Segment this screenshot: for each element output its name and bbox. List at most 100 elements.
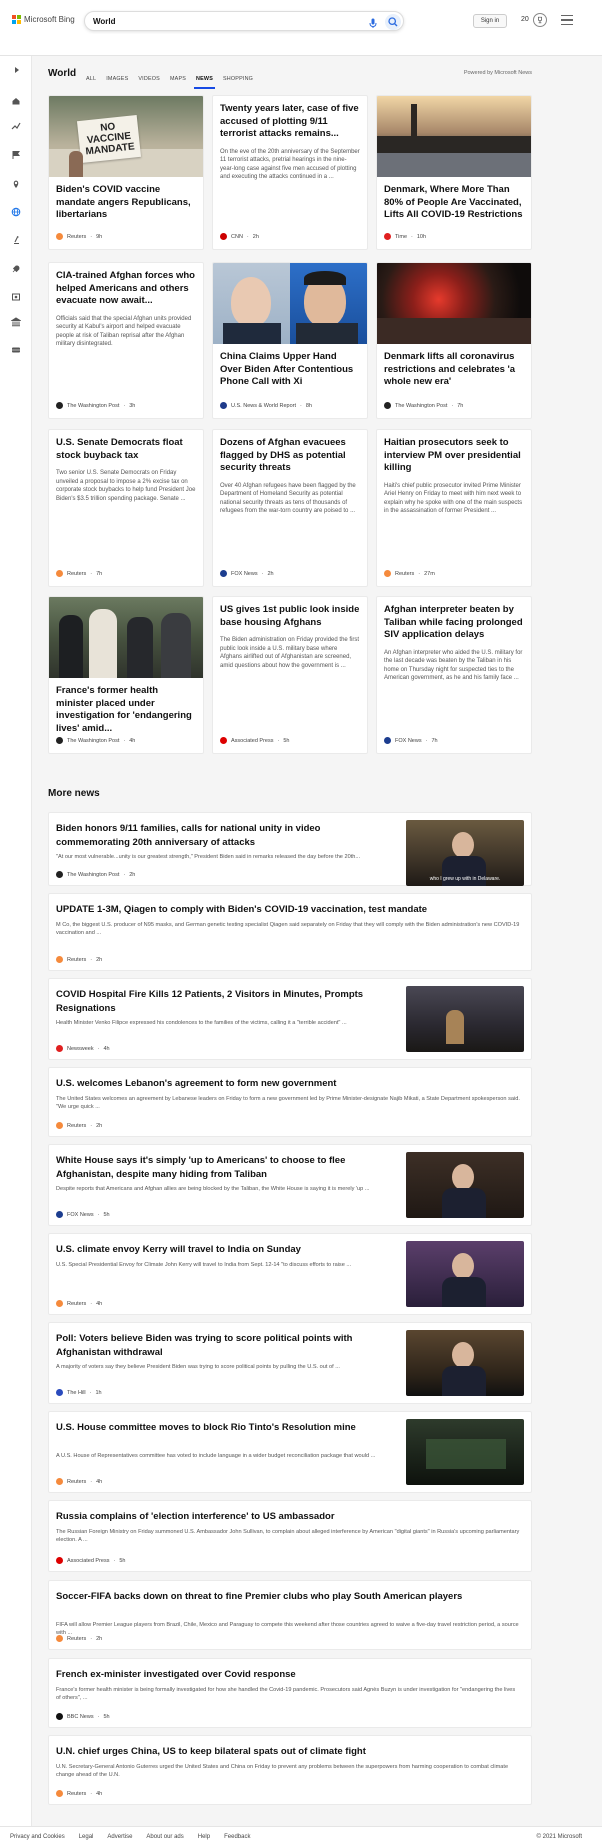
news-source[interactable]: Newsweek · 4h <box>56 1045 110 1052</box>
news-title[interactable]: Soccer-FIFA backs down on threat to fine… <box>56 1590 521 1604</box>
search-input[interactable] <box>93 15 343 28</box>
card-source[interactable]: The Washington Post · 3h <box>56 402 135 409</box>
card-source[interactable]: FOX News · 7h <box>384 737 438 744</box>
more-news-item[interactable]: UPDATE 1-3M, Qiagen to comply with Biden… <box>48 893 532 971</box>
news-card[interactable]: Twenty years later, case of five accused… <box>212 95 368 250</box>
more-news-item[interactable]: French ex-minister investigated over Cov… <box>48 1658 532 1728</box>
more-news-item[interactable]: Biden honors 9/11 families, calls for na… <box>48 812 532 886</box>
sign-photo[interactable]: NO VACCINE MANDATE <box>49 96 203 177</box>
footer-link[interactable]: About our ads <box>146 1834 183 1840</box>
trending-icon[interactable] <box>9 119 23 133</box>
more-news-item[interactable]: COVID Hospital Fire Kills 12 Patients, 2… <box>48 978 532 1060</box>
microscope-icon[interactable] <box>9 233 23 247</box>
news-source[interactable]: Reuters · 4h <box>56 1790 102 1797</box>
news-card[interactable]: Haitian prosecutors seek to interview PM… <box>376 429 532 587</box>
card-title[interactable]: US gives 1st public look inside base hou… <box>213 597 367 629</box>
flag-icon[interactable] <box>9 148 23 162</box>
news-source[interactable]: Reuters · 2h <box>56 1122 102 1129</box>
card-source[interactable]: The Washington Post · 4h <box>56 737 135 744</box>
card-source[interactable]: FOX News · 2h <box>220 570 274 577</box>
news-thumbnail[interactable] <box>406 1241 524 1307</box>
more-news-item[interactable]: U.N. chief urges China, US to keep bilat… <box>48 1735 532 1805</box>
card-title[interactable]: Biden's COVID vaccine mandate angers Rep… <box>49 177 203 222</box>
card-title[interactable]: U.S. Senate Democrats float stock buybac… <box>49 430 203 462</box>
card-title[interactable]: Denmark, Where More Than 80% of People A… <box>377 177 531 222</box>
more-news-item[interactable]: White House says it's simply 'up to Amer… <box>48 1144 532 1226</box>
footer-link[interactable]: Help <box>198 1834 210 1840</box>
more-news-item[interactable]: Russia complains of 'election interferen… <box>48 1500 532 1572</box>
card-source[interactable]: CNN · 2h <box>220 233 259 240</box>
news-thumbnail[interactable] <box>406 1419 524 1485</box>
news-card[interactable]: Afghan interpreter beaten by Taliban whi… <box>376 596 532 754</box>
news-title[interactable]: U.S. House committee moves to block Rio … <box>56 1421 396 1435</box>
sports-icon[interactable] <box>9 343 23 357</box>
hamburger-menu-icon[interactable] <box>561 15 573 25</box>
footer-link[interactable]: Advertise <box>107 1834 132 1840</box>
card-title[interactable]: CIA-trained Afghan forces who helped Ame… <box>49 263 203 308</box>
news-source[interactable]: FOX News · 5h <box>56 1211 110 1218</box>
news-source[interactable]: Reuters · 4h <box>56 1478 102 1485</box>
more-news-item[interactable]: Poll: Voters believe Biden was trying to… <box>48 1322 532 1404</box>
news-title[interactable]: COVID Hospital Fire Kills 12 Patients, 2… <box>56 988 396 1015</box>
news-title[interactable]: White House says it's simply 'up to Amer… <box>56 1154 396 1181</box>
location-icon[interactable] <box>9 177 23 191</box>
news-title[interactable]: Poll: Voters believe Biden was trying to… <box>56 1332 396 1359</box>
news-source[interactable]: The Hill · 1h <box>56 1389 102 1396</box>
more-news-item[interactable]: Soccer-FIFA backs down on threat to fine… <box>48 1580 532 1650</box>
card-source[interactable]: U.S. News & World Report · 8h <box>220 402 312 409</box>
card-title[interactable]: Haitian prosecutors seek to interview PM… <box>377 430 531 475</box>
news-thumbnail[interactable] <box>406 1152 524 1218</box>
bing-logo[interactable]: Microsoft Bing <box>12 15 75 24</box>
news-card[interactable]: France's former health minister placed u… <box>48 596 204 754</box>
card-title[interactable]: France's former health minister placed u… <box>49 678 203 735</box>
card-source[interactable]: Reuters · 9h <box>56 233 102 240</box>
leaders-photo[interactable] <box>213 263 367 344</box>
microphone-icon[interactable] <box>367 16 379 28</box>
footer-link[interactable]: Privacy and Cookies <box>10 1834 65 1840</box>
news-thumbnail[interactable]: who I grew up with in Delaware. <box>406 820 524 886</box>
news-source[interactable]: Reuters · 2h <box>56 1635 102 1642</box>
crowd-photo[interactable] <box>49 597 203 678</box>
footer-link[interactable]: Feedback <box>224 1834 250 1840</box>
card-source[interactable]: Reuters · 27m <box>384 570 435 577</box>
news-source[interactable]: The Washington Post · 2h <box>56 871 135 878</box>
news-title[interactable]: UPDATE 1-3M, Qiagen to comply with Biden… <box>56 903 521 917</box>
search-button[interactable] <box>385 14 401 30</box>
more-news-item[interactable]: U.S. welcomes Lebanon's agreement to for… <box>48 1067 532 1137</box>
expand-icon[interactable] <box>9 63 23 77</box>
card-source[interactable]: Time · 10h <box>384 233 426 240</box>
news-card[interactable]: NO VACCINE MANDATE Biden's COVID vaccine ma… <box>48 95 204 250</box>
news-title[interactable]: U.S. welcomes Lebanon's agreement to for… <box>56 1077 521 1091</box>
card-title[interactable]: Denmark lifts all coronavirus restrictio… <box>377 344 531 389</box>
news-card[interactable]: Denmark, Where More Than 80% of People A… <box>376 95 532 250</box>
news-card[interactable]: CIA-trained Afghan forces who helped Ame… <box>48 262 204 419</box>
sign-in-button[interactable]: Sign in <box>473 14 507 28</box>
card-source[interactable]: Reuters · 7h <box>56 570 102 577</box>
news-card[interactable]: Dozens of Afghan evacuees flagged by DHS… <box>212 429 368 587</box>
news-source[interactable]: Reuters · 4h <box>56 1300 102 1307</box>
city-photo[interactable] <box>377 96 531 177</box>
globe-icon[interactable] <box>9 205 23 219</box>
news-title[interactable]: U.N. chief urges China, US to keep bilat… <box>56 1745 521 1759</box>
card-source[interactable]: Associated Press · 5h <box>220 737 289 744</box>
news-card[interactable]: China Claims Upper Hand Over Biden After… <box>212 262 368 419</box>
more-news-item[interactable]: U.S. climate envoy Kerry will travel to … <box>48 1233 532 1315</box>
entertainment-icon[interactable] <box>9 290 23 304</box>
news-title[interactable]: French ex-minister investigated over Cov… <box>56 1668 521 1682</box>
footer-link[interactable]: Legal <box>79 1834 94 1840</box>
card-title[interactable]: China Claims Upper Hand Over Biden After… <box>213 344 367 389</box>
news-card[interactable]: U.S. Senate Democrats float stock buybac… <box>48 429 204 587</box>
news-source[interactable]: Reuters · 2h <box>56 956 102 963</box>
card-title[interactable]: Dozens of Afghan evacuees flagged by DHS… <box>213 430 367 475</box>
bank-icon[interactable] <box>9 315 23 329</box>
more-news-item[interactable]: U.S. House committee moves to block Rio … <box>48 1411 532 1493</box>
news-thumbnail[interactable] <box>406 1330 524 1396</box>
news-title[interactable]: U.S. climate envoy Kerry will travel to … <box>56 1243 396 1257</box>
news-source[interactable]: Associated Press · 5h <box>56 1557 125 1564</box>
news-title[interactable]: Biden honors 9/11 families, calls for na… <box>56 822 396 849</box>
powered-by[interactable]: Powered by Microsoft News <box>464 70 532 76</box>
night-photo[interactable] <box>377 263 531 344</box>
card-title[interactable]: Afghan interpreter beaten by Taliban whi… <box>377 597 531 642</box>
rewards-trophy-icon[interactable] <box>533 13 547 27</box>
home-icon[interactable] <box>9 94 23 108</box>
